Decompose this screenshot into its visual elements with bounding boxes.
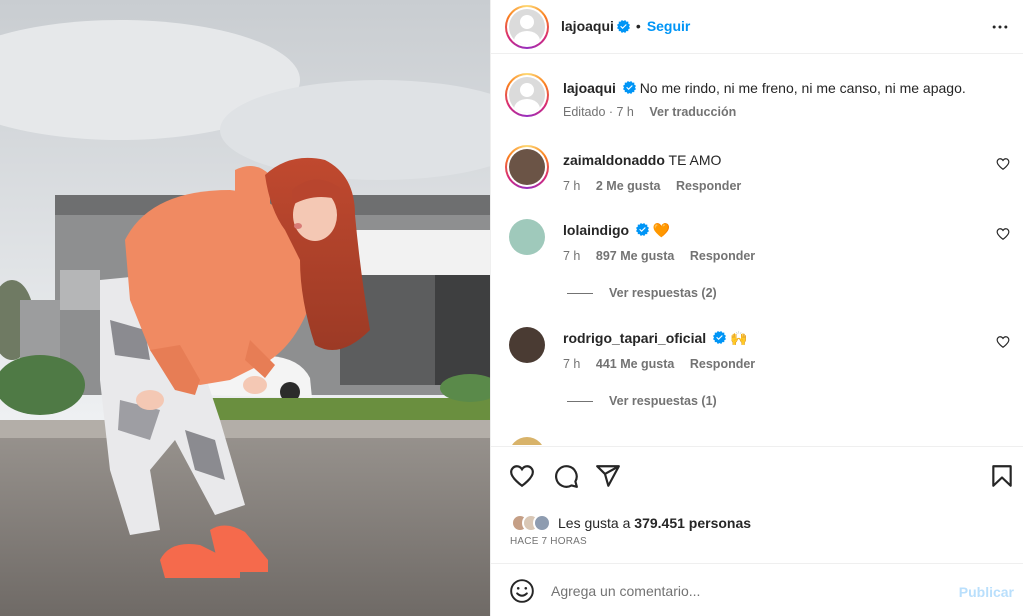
comment-like-heart-icon[interactable] bbox=[996, 227, 1010, 241]
likes-count[interactable]: 379.451 personas bbox=[634, 515, 751, 531]
comment-bubble-icon[interactable] bbox=[553, 463, 579, 489]
reply-button[interactable]: Responder bbox=[690, 357, 755, 371]
verified-badge-icon bbox=[622, 81, 636, 94]
add-comment-bar: Publicar bbox=[491, 563, 1023, 616]
likes-summary[interactable]: Les gusta a 379.451 personas bbox=[511, 511, 751, 535]
comment-like-heart-icon[interactable] bbox=[996, 157, 1010, 171]
post-photo[interactable] bbox=[0, 0, 490, 616]
follow-button[interactable]: Seguir bbox=[647, 18, 691, 34]
save-bookmark-icon[interactable] bbox=[989, 463, 1015, 489]
comment-avatar[interactable] bbox=[505, 215, 549, 259]
reply-button[interactable]: Responder bbox=[690, 249, 755, 263]
post-panel: lajoaqui • Seguir lajoaqui No me rindo, … bbox=[490, 0, 1023, 616]
view-replies-label: Ver respuestas (2) bbox=[609, 286, 717, 300]
comment-text: TE AMO bbox=[668, 152, 722, 168]
reply-button[interactable]: Responder bbox=[676, 179, 741, 193]
comment-likes[interactable]: 2 Me gusta bbox=[596, 179, 661, 193]
post-timestamp: HACE 7 HORAS bbox=[510, 536, 587, 547]
see-translation-link[interactable]: Ver traducción bbox=[649, 105, 736, 119]
view-replies-button[interactable]: Ver respuestas (2) bbox=[567, 286, 717, 300]
comments-list[interactable]: lajoaqui No me rindo, ni me freno, ni me… bbox=[491, 55, 1023, 445]
comment-username[interactable]: rodrigo_tapari_oficial bbox=[563, 330, 706, 346]
post-header: lajoaqui • Seguir bbox=[491, 0, 1023, 54]
verified-badge-icon bbox=[713, 331, 727, 344]
verified-badge-icon bbox=[616, 19, 630, 33]
separator-dot: • bbox=[635, 18, 641, 34]
comment-avatar[interactable] bbox=[505, 323, 549, 367]
like-heart-icon[interactable] bbox=[509, 463, 535, 489]
comment-likes[interactable]: 441 Me gusta bbox=[596, 357, 675, 371]
liker-avatar bbox=[533, 514, 551, 532]
comment-text: 🧡 bbox=[652, 222, 671, 238]
caption-avatar[interactable] bbox=[505, 73, 549, 117]
author-avatar[interactable] bbox=[505, 5, 549, 49]
comment-time: 7 h bbox=[563, 357, 581, 371]
comment-like-heart-icon[interactable] bbox=[996, 335, 1010, 349]
more-options-icon[interactable] bbox=[990, 17, 1010, 37]
view-replies-label: Ver respuestas (1) bbox=[609, 394, 717, 408]
comment-input[interactable] bbox=[551, 578, 941, 604]
post-image bbox=[0, 0, 490, 616]
publish-button[interactable]: Publicar bbox=[959, 584, 1014, 600]
comment-time: 7 h bbox=[563, 249, 581, 263]
likes-prefix: Les gusta a bbox=[558, 515, 631, 531]
view-replies-button[interactable]: Ver respuestas (1) bbox=[567, 394, 717, 408]
comment-username[interactable]: zaimaldonaddo bbox=[563, 152, 665, 168]
comment-text: 🙌 bbox=[729, 330, 748, 346]
comment-avatar[interactable] bbox=[505, 145, 549, 189]
share-send-icon[interactable] bbox=[595, 463, 621, 489]
author-username[interactable]: lajoaqui bbox=[561, 18, 614, 34]
comment-likes[interactable]: 897 Me gusta bbox=[596, 249, 675, 263]
comment-username[interactable]: lolaindigo bbox=[563, 222, 629, 238]
caption-username[interactable]: lajoaqui bbox=[563, 80, 616, 96]
emoji-icon[interactable] bbox=[509, 578, 535, 604]
comment-time: 7 h bbox=[563, 179, 581, 193]
caption-text: No me rindo, ni me freno, ni me canso, n… bbox=[639, 80, 966, 96]
verified-badge-icon bbox=[636, 223, 649, 236]
caption-edited: Editado · 7 h bbox=[563, 105, 634, 119]
comment-avatar[interactable] bbox=[505, 433, 549, 445]
